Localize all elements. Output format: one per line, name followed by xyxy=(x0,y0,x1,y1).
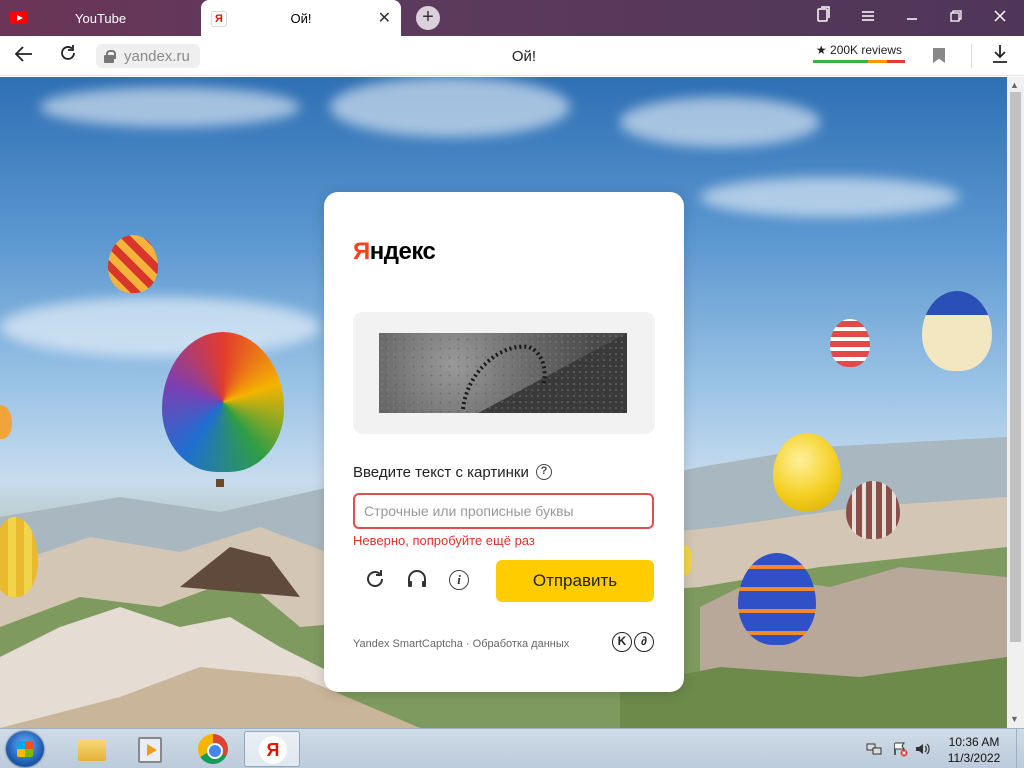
media-player-icon xyxy=(138,737,162,763)
captcha-brand-icon[interactable]: ∂ xyxy=(634,632,654,652)
submit-button[interactable]: Отправить xyxy=(496,560,654,602)
action-center-icon[interactable] xyxy=(892,741,908,757)
tab-collections-icon[interactable] xyxy=(802,0,846,36)
reviews-rating-bar xyxy=(813,60,906,63)
scroll-up-icon[interactable]: ▲ xyxy=(1010,80,1019,90)
tab-title: YouTube xyxy=(75,11,127,26)
new-tab-button[interactable]: + xyxy=(416,6,440,30)
clock-date: 11/3/2022 xyxy=(947,751,1001,765)
tab-yandex-oops[interactable]: Ой! Я ✕ xyxy=(201,0,401,36)
error-message: Неверно, попробуйте ещё раз xyxy=(353,533,535,548)
smartcaptcha-link[interactable]: Yandex SmartCaptcha xyxy=(353,638,463,650)
footer-icons: K ∂ xyxy=(612,632,654,652)
captcha-image xyxy=(379,333,627,413)
download-icon[interactable] xyxy=(990,44,1010,68)
refresh-icon[interactable] xyxy=(363,568,387,592)
taskbar-yandex-browser[interactable]: Я xyxy=(244,731,300,767)
data-processing-link[interactable]: Обработка данных xyxy=(473,638,570,650)
volume-icon[interactable] xyxy=(914,741,930,757)
logo-rest: ндекс xyxy=(369,238,436,265)
scrollbar-thumb[interactable] xyxy=(1010,92,1021,642)
rating-bar-segment xyxy=(831,60,850,63)
taskbar: Я 10:36 AM 11/3/2022 xyxy=(0,728,1024,768)
minimize-icon[interactable] xyxy=(890,0,934,36)
rating-bar-segment xyxy=(813,60,832,63)
address-bar: yandex.ru Ой! ★ 200K reviews xyxy=(0,36,1024,76)
info-icon[interactable]: i xyxy=(449,570,469,590)
taskbar-chrome[interactable] xyxy=(184,731,240,767)
show-desktop-button[interactable] xyxy=(1016,729,1024,768)
footer-separator: · xyxy=(462,638,473,650)
start-button[interactable] xyxy=(6,731,44,767)
captcha-footer: Yandex SmartCaptcha · Обработка данных xyxy=(353,638,569,650)
restore-icon[interactable] xyxy=(934,0,978,36)
youtube-icon xyxy=(10,11,28,24)
folder-icon xyxy=(78,739,106,761)
captcha-answer-input[interactable] xyxy=(353,493,654,529)
rating-bar-segment xyxy=(849,60,869,63)
audio-captcha-icon[interactable] xyxy=(405,568,429,592)
yandex-browser-icon: Я xyxy=(259,736,287,764)
toolbar-divider xyxy=(971,44,972,68)
system-clock[interactable]: 10:36 AM 11/3/2022 xyxy=(934,734,1014,766)
rating-bar-segment xyxy=(886,60,906,63)
network-icon[interactable] xyxy=(866,741,882,757)
captcha-image-box xyxy=(353,312,655,434)
captcha-card: Яндекс Введите текст с картинки ? Неверн… xyxy=(324,192,684,692)
close-window-icon[interactable] xyxy=(978,0,1022,36)
captcha-prompt: Введите текст с картинки xyxy=(353,464,529,481)
close-tab-icon[interactable]: ✕ xyxy=(378,8,391,28)
yandex-logo: Яндекс xyxy=(353,238,436,266)
accessibility-icon[interactable]: K xyxy=(612,632,632,652)
tab-strip: YouTube Ой! Я ✕ + xyxy=(0,0,1024,36)
taskbar-explorer[interactable] xyxy=(62,731,118,767)
scroll-down-icon[interactable]: ▼ xyxy=(1010,714,1019,724)
clock-time: 10:36 AM xyxy=(948,735,1000,749)
yandex-favicon-icon: Я xyxy=(211,11,227,27)
tab-title: Ой! xyxy=(290,11,312,26)
tab-youtube[interactable]: YouTube xyxy=(0,0,200,36)
rating-bar-segment xyxy=(868,60,887,63)
taskbar-media-player[interactable] xyxy=(120,731,176,767)
reviews-badge[interactable]: ★ 200K reviews xyxy=(813,43,905,57)
help-icon[interactable]: ? xyxy=(536,464,552,480)
chrome-icon xyxy=(198,734,228,764)
menu-icon[interactable] xyxy=(846,0,890,36)
logo-first-letter: Я xyxy=(353,238,370,265)
